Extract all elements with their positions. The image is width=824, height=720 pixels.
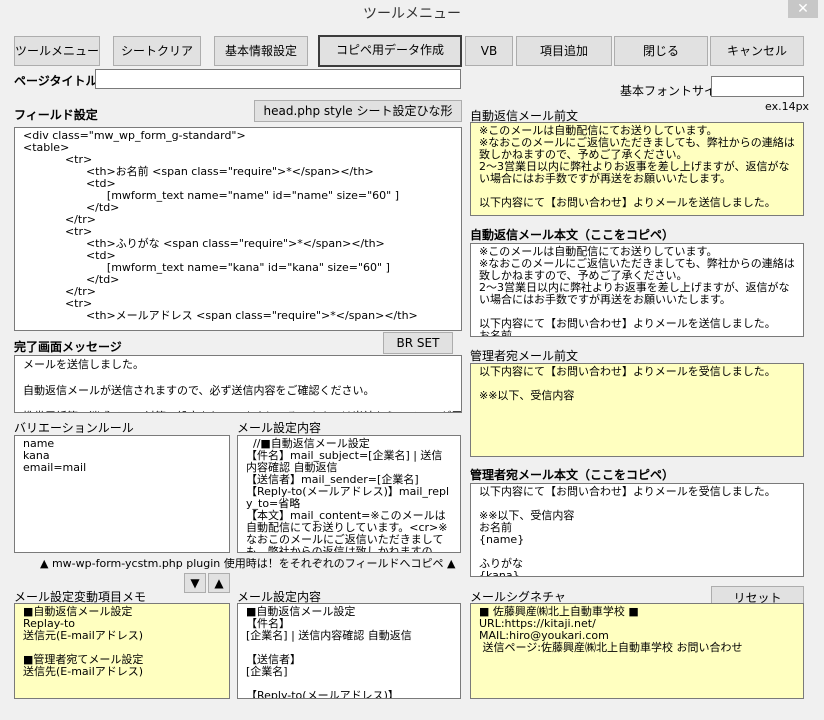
page-title-input[interactable] — [95, 69, 461, 89]
close-icon[interactable]: ✕ — [788, 0, 818, 18]
signature-textarea[interactable]: ■ 佐藤興産㈱北上自動車学校 ■ URL:https://kitaji.net/… — [470, 603, 804, 699]
close-button[interactable]: 閉じる — [614, 36, 708, 66]
basic-info-button[interactable]: 基本情報設定 — [214, 36, 308, 66]
memo-textarea[interactable]: ■自動返信メール設定 Replay-to 送信元(E-mailアドレス) ■管理… — [14, 603, 230, 699]
mail-settings-label-1: メール設定内容 — [237, 421, 322, 435]
completion-message-label: 完了画面メッセージ — [14, 340, 122, 354]
cancel-button[interactable]: キャンセル — [710, 36, 804, 66]
validation-rule-textarea[interactable]: name kana email=mail — [14, 435, 230, 553]
admin-body-textarea[interactable]: 以下内容にて【お問い合わせ】よりメールを受信しました。 ※※以下、受信内容 お名… — [470, 483, 804, 577]
validation-rule-label: バリエーションルール — [14, 421, 134, 435]
add-item-button[interactable]: 項目追加 — [516, 36, 612, 66]
vb-button[interactable]: VB — [465, 36, 513, 66]
admin-preface-textarea[interactable]: 以下内容にて【お問い合わせ】よりメールを受信しました。 ※※以下、受信内容 — [470, 363, 804, 457]
font-size-hint: ex.14px — [765, 100, 810, 113]
plugin-note: ▲ mw-wp-form-ycstm.php plugin 使用時は！をそれぞれ… — [40, 557, 456, 570]
completion-message-textarea[interactable]: メールを送信しました。 自動返信メールが送信されますので、必ず送信内容をご確認く… — [14, 355, 462, 413]
auto-reply-body-textarea[interactable]: ※このメールは自動配信にてお送りしています。 ※なおこのメールにご返信いただきま… — [470, 243, 804, 337]
tool-menu-button[interactable]: ツールメニュー — [14, 36, 100, 66]
mail-settings-textarea-2[interactable]: ■自動返信メール設定 【件名】 [企業名] | 送信内容確認 自動返信 【送信者… — [237, 603, 461, 699]
window-title: ツールメニュー — [0, 0, 824, 30]
admin-body-label: 管理者宛メール本文（ここをコピペ） — [470, 468, 675, 482]
move-down-icon[interactable]: ▼ — [184, 573, 206, 593]
page-title-label: ページタイトル — [14, 74, 98, 88]
move-up-icon[interactable]: ▲ — [208, 573, 230, 593]
field-settings-label: フィールド設定 — [14, 108, 98, 122]
auto-reply-preface-textarea[interactable]: ※このメールは自動配信にてお送りしています。 ※なおこのメールにご返信いただきま… — [470, 122, 804, 216]
base-font-size-input[interactable] — [711, 76, 804, 97]
field-settings-textarea[interactable]: <div class="mw_wp_form_g-standard"> <tab… — [14, 127, 462, 331]
sheet-clear-button[interactable]: シートクリア — [113, 36, 201, 66]
head-php-template-button[interactable]: head.php style シート設定ひな形 — [254, 100, 462, 122]
admin-preface-label: 管理者宛メール前文 — [470, 349, 579, 363]
create-copypaste-data-button[interactable]: コピペ用データ作成 — [318, 35, 462, 67]
mail-settings-textarea-1[interactable]: //■自動返信メール設定 【件名】mail_subject=[企業名] | 送信… — [237, 435, 461, 553]
auto-reply-body-label: 自動返信メール本文（ここをコピペ） — [470, 228, 675, 242]
br-set-button[interactable]: BR SET — [383, 332, 453, 354]
